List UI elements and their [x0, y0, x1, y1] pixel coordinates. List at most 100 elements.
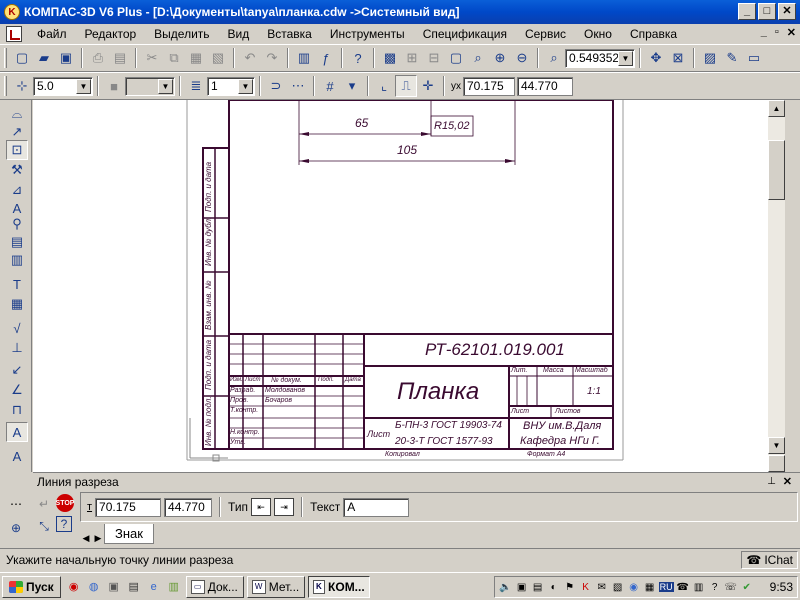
menu-specification[interactable]: Спецификация [414, 25, 516, 43]
refresh-icon[interactable]: ▨ [699, 47, 721, 69]
task-word[interactable]: W Мет... [246, 575, 305, 598]
text-field[interactable]: А [343, 497, 410, 517]
tray-app-icon[interactable]: ? [708, 580, 722, 594]
tray-app-icon[interactable]: ▣ [515, 580, 529, 594]
zoom-scale-icon[interactable]: ⌕ [543, 47, 565, 69]
ie-icon[interactable]: e [145, 578, 163, 596]
snap-menu-icon[interactable]: ⋯ [287, 75, 309, 97]
menu-view[interactable]: Вид [219, 25, 259, 43]
tray-app-icon[interactable]: ✉ [595, 580, 609, 594]
edit-icon[interactable]: ⚒ [6, 160, 28, 180]
layer-combo[interactable]: 1 ▼ [207, 76, 255, 96]
menu-window[interactable]: Окно [575, 25, 621, 43]
preview-icon[interactable]: ▤ [109, 47, 131, 69]
layers-icon[interactable]: ≣ [185, 75, 207, 97]
quicklaunch-icon[interactable]: ▥ [165, 578, 183, 596]
geometry-icon[interactable]: ⌓ [6, 104, 28, 124]
quicklaunch-icon[interactable]: ◉ [65, 578, 83, 596]
close-button[interactable]: ✕ [778, 3, 796, 20]
drawing-canvas[interactable]: 65 105 R15,02 РТ-62101.019.001 Планка Ли… [33, 100, 768, 472]
tray-app-icon[interactable]: ⚑ [563, 580, 577, 594]
scroll-thumb[interactable] [768, 140, 785, 200]
scroll-up-icon[interactable]: ▲ [768, 100, 785, 117]
open-folder-icon[interactable]: ▰ [33, 47, 55, 69]
grid-icon[interactable]: # [319, 75, 341, 97]
selection-icon[interactable]: ⚲ [6, 214, 28, 234]
view-arrow-icon[interactable]: A [6, 446, 28, 466]
attributes-icon[interactable]: ▩ [379, 47, 401, 69]
style-combo[interactable]: ▼ [125, 76, 175, 96]
parametrization-icon[interactable]: ⊿ [6, 180, 28, 200]
maximize-button[interactable]: □ [758, 3, 776, 20]
manager-icon[interactable]: ▥ [293, 47, 315, 69]
point-y-field[interactable]: 44.770 [164, 497, 213, 517]
chat-button[interactable]: ☎ IChat [741, 551, 798, 569]
mdi-close-button[interactable]: ✕ [787, 26, 796, 39]
ortho-mode-icon[interactable]: ⎍ [395, 75, 417, 97]
variables-icon[interactable]: ƒ [315, 47, 337, 69]
stop-icon[interactable]: STOP [56, 494, 74, 512]
tray-app-icon[interactable]: ▦ [643, 580, 657, 594]
display-icon[interactable]: ▭ [743, 47, 765, 69]
zoom-out-icon[interactable]: ⊖ [511, 47, 533, 69]
show-all-icon[interactable]: ⊠ [667, 47, 689, 69]
menu-insert[interactable]: Вставка [258, 25, 321, 43]
save-icon[interactable]: ▣ [55, 47, 77, 69]
align-icon[interactable]: ⊞ [401, 47, 423, 69]
tray-app-icon[interactable]: ✔ [740, 580, 754, 594]
zoom-window-icon[interactable]: ▢ [445, 47, 467, 69]
help-pointer-icon[interactable]: ? [347, 47, 369, 69]
enter-object-icon[interactable]: ↵ [34, 494, 54, 514]
chevron-down-icon[interactable]: ▼ [618, 50, 633, 66]
tray-app-icon[interactable]: ☏ [724, 580, 738, 594]
zoom-combo[interactable]: 0.549352 ▼ [565, 48, 635, 68]
toolbar-grip[interactable] [4, 48, 7, 68]
pin-icon[interactable]: ⊥ [767, 476, 776, 487]
print-icon[interactable]: ⎙ [87, 47, 109, 69]
panel-close-icon[interactable]: ✕ [783, 475, 792, 488]
crosshair-icon[interactable]: ⊕ [6, 518, 26, 538]
base-icon[interactable]: ⊥ [6, 338, 28, 358]
mdi-restore-button[interactable]: ▫ [775, 26, 779, 39]
step-combo[interactable]: 5.0 ▼ [33, 76, 93, 96]
style-icon[interactable]: ■ [103, 75, 125, 97]
undo-icon[interactable]: ↶ [239, 47, 261, 69]
color-icon[interactable]: ✎ [721, 47, 743, 69]
menu-file[interactable]: Файл [28, 25, 76, 43]
menu-tools[interactable]: Инструменты [321, 25, 414, 43]
quicklaunch-icon[interactable]: ▣ [105, 578, 123, 596]
grid-menu-icon[interactable]: ▾ [341, 75, 363, 97]
menu-select[interactable]: Выделить [145, 25, 218, 43]
task-doc[interactable]: ▭ Док... [185, 575, 244, 598]
mdi-minimize-button[interactable]: _ [761, 26, 767, 39]
cursor-y-field[interactable]: 44.770 [517, 76, 573, 96]
cursor-x-field[interactable]: 70.175 [463, 76, 515, 96]
vertical-scrollbar[interactable]: ▲ ▼ [768, 100, 785, 472]
minimize-button[interactable]: _ [738, 3, 756, 20]
tab-prev-icon[interactable]: ◀ [80, 533, 92, 544]
task-kompas[interactable]: K КОМ... [307, 575, 370, 598]
start-button[interactable]: Пуск [2, 575, 61, 598]
chevron-down-icon[interactable]: ▼ [158, 78, 173, 94]
spec-icon[interactable]: ▥ [6, 250, 28, 270]
redo-icon[interactable]: ↷ [261, 47, 283, 69]
designations-icon[interactable]: ⊡ [6, 140, 28, 160]
zoom-icon[interactable]: ⌕ [467, 47, 489, 69]
point-x-field[interactable]: 70.175 [95, 497, 162, 517]
scroll-down-icon[interactable]: ▼ [768, 437, 785, 454]
menu-help[interactable]: Справка [621, 25, 686, 43]
step-icon[interactable]: ⊹ [11, 75, 33, 97]
copy-icon[interactable]: ⧉ [163, 47, 185, 69]
paste-icon[interactable]: ▦ [185, 47, 207, 69]
menu-service[interactable]: Сервис [516, 25, 575, 43]
chevron-down-icon[interactable]: ▼ [238, 78, 253, 94]
menu-editor[interactable]: Редактор [76, 25, 146, 43]
new-file-icon[interactable]: ▢ [11, 47, 33, 69]
document-icon[interactable] [6, 26, 22, 42]
position-icon[interactable]: ∠ [6, 380, 28, 400]
snap-icon[interactable]: ⊃ [265, 75, 287, 97]
tray-app-icon[interactable]: ▤ [531, 580, 545, 594]
pan-icon[interactable]: ✥ [645, 47, 667, 69]
tray-app-icon[interactable]: ▧ [611, 580, 625, 594]
text-icon[interactable]: T [6, 274, 28, 294]
